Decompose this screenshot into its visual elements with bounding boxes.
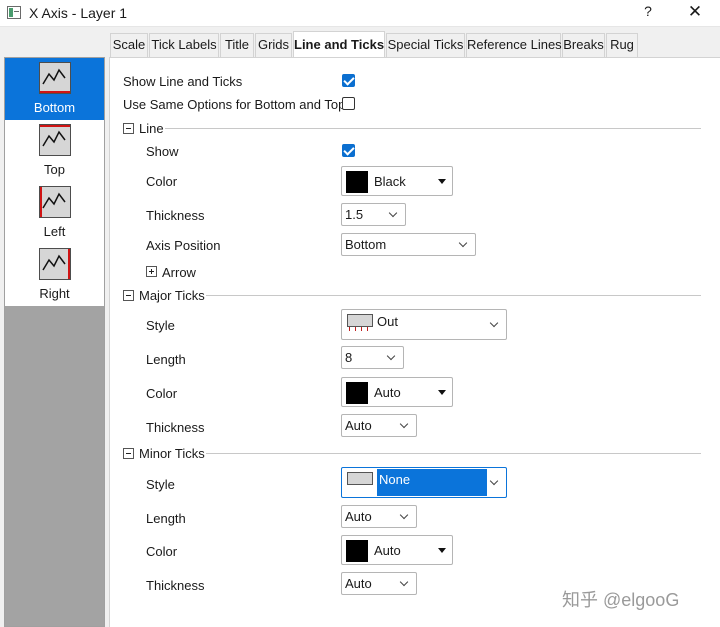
axis-item-top[interactable]: Top <box>5 120 104 182</box>
color-swatch <box>346 382 368 404</box>
section-divider <box>206 295 701 296</box>
axis-position-label: Axis Position <box>146 238 221 253</box>
chevron-down-icon <box>399 577 409 586</box>
line-collapse-toggle[interactable] <box>123 123 134 134</box>
chevron-down-icon <box>489 318 499 327</box>
line-color-label: Color <box>146 174 178 189</box>
tab-scale[interactable]: Scale <box>110 33 148 57</box>
line-show-label: Show <box>146 144 179 159</box>
bottom-axis-icon <box>39 62 71 94</box>
minor-length-dropdown[interactable]: Auto <box>341 505 417 528</box>
minor-ticks-collapse-toggle[interactable] <box>123 448 134 459</box>
line-thickness-dropdown[interactable]: 1.5 <box>341 203 406 226</box>
chevron-down-icon <box>399 419 409 428</box>
axis-selector-panel: Bottom Top Left Right <box>4 57 105 627</box>
tick-style-icon <box>347 472 373 485</box>
tick-style-icon <box>347 314 373 327</box>
right-axis-icon <box>39 248 71 280</box>
major-style-label: Style <box>146 318 175 333</box>
axis-item-label: Left <box>43 224 66 239</box>
same-options-label: Use Same Options for Bottom and Top <box>123 97 346 112</box>
tab-breaks[interactable]: Breaks <box>562 33 605 57</box>
section-divider <box>165 128 701 129</box>
minor-color-dropdown[interactable]: Auto <box>341 535 453 565</box>
color-swatch <box>346 171 368 193</box>
show-line-ticks-checkbox[interactable] <box>342 74 355 87</box>
dropdown-arrow-icon <box>438 548 446 553</box>
axis-list: Bottom Top Left Right <box>5 58 104 306</box>
minor-color-label: Color <box>146 544 178 559</box>
minor-style-dropdown[interactable]: None <box>341 467 507 498</box>
tab-title[interactable]: Title <box>220 33 254 57</box>
arrow-expand-toggle[interactable] <box>146 266 157 277</box>
minor-style-value: None <box>379 472 411 487</box>
axis-item-label: Bottom <box>33 100 76 115</box>
minor-color-value: Auto <box>374 543 401 558</box>
major-style-value: Out <box>377 314 398 329</box>
minor-style-label: Style <box>146 477 175 492</box>
major-color-dropdown[interactable]: Auto <box>341 377 453 407</box>
axis-item-right[interactable]: Right <box>5 244 104 306</box>
line-color-value: Black <box>374 174 406 189</box>
tab-rug[interactable]: Rug <box>606 33 638 57</box>
axis-position-value: Bottom <box>345 237 387 252</box>
close-button[interactable]: ✕ <box>682 2 708 24</box>
axis-item-left[interactable]: Left <box>5 182 104 244</box>
tab-line-and-ticks[interactable]: Line and Ticks <box>293 31 385 57</box>
major-thickness-value: Auto <box>345 418 372 433</box>
arrow-label: Arrow <box>162 265 196 280</box>
watermark: 知乎 @elgooG <box>562 590 680 610</box>
major-color-label: Color <box>146 386 178 401</box>
axis-position-dropdown[interactable]: Bottom <box>341 233 476 256</box>
dropdown-arrow-icon <box>438 179 446 184</box>
section-divider <box>206 453 701 454</box>
chevron-down-icon <box>399 510 409 519</box>
minor-style-selection: None <box>377 469 487 496</box>
major-style-dropdown[interactable]: Out <box>341 309 507 340</box>
tab-tick-labels[interactable]: Tick Labels <box>149 33 219 57</box>
major-length-label: Length <box>146 352 186 367</box>
major-thickness-label: Thickness <box>146 420 205 435</box>
minor-thickness-dropdown[interactable]: Auto <box>341 572 417 595</box>
top-axis-icon <box>39 124 71 156</box>
chevron-down-icon <box>458 238 468 247</box>
line-thickness-value: 1.5 <box>345 207 364 222</box>
minor-ticks-header: Minor Ticks <box>139 446 205 461</box>
same-options-checkbox[interactable] <box>342 97 355 110</box>
axis-item-bottom[interactable]: Bottom <box>5 58 104 120</box>
line-show-checkbox[interactable] <box>342 144 355 157</box>
tick-marks-icon <box>347 327 373 331</box>
chevron-down-icon <box>388 208 398 217</box>
major-ticks-collapse-toggle[interactable] <box>123 290 134 301</box>
chevron-down-icon <box>489 476 499 485</box>
chevron-down-icon <box>386 351 396 360</box>
title-bar: X Axis - Layer 1 ? ✕ <box>0 0 720 27</box>
dropdown-arrow-icon <box>438 390 446 395</box>
help-button[interactable]: ? <box>636 3 660 23</box>
line-section-header: Line <box>139 121 164 136</box>
line-thickness-label: Thickness <box>146 208 205 223</box>
app-icon <box>7 6 21 19</box>
tab-special-ticks[interactable]: Special Ticks <box>386 33 465 57</box>
minor-length-label: Length <box>146 511 186 526</box>
major-color-value: Auto <box>374 385 401 400</box>
major-length-value: 8 <box>345 350 353 365</box>
line-color-dropdown[interactable]: Black <box>341 166 453 196</box>
left-axis-icon <box>39 186 71 218</box>
axis-item-label: Top <box>44 162 65 177</box>
show-line-ticks-label: Show Line and Ticks <box>123 74 243 89</box>
minor-thickness-value: Auto <box>345 576 372 591</box>
major-length-dropdown[interactable]: 8 <box>341 346 404 369</box>
color-swatch <box>346 540 368 562</box>
major-ticks-header: Major Ticks <box>139 288 205 303</box>
major-thickness-dropdown[interactable]: Auto <box>341 414 417 437</box>
tab-grids[interactable]: Grids <box>255 33 292 57</box>
tab-reference-lines[interactable]: Reference Lines <box>466 33 562 57</box>
minor-length-value: Auto <box>345 509 372 524</box>
minor-thickness-label: Thickness <box>146 578 205 593</box>
window-title: X Axis - Layer 1 <box>29 5 128 21</box>
axis-item-label: Right <box>39 286 70 301</box>
